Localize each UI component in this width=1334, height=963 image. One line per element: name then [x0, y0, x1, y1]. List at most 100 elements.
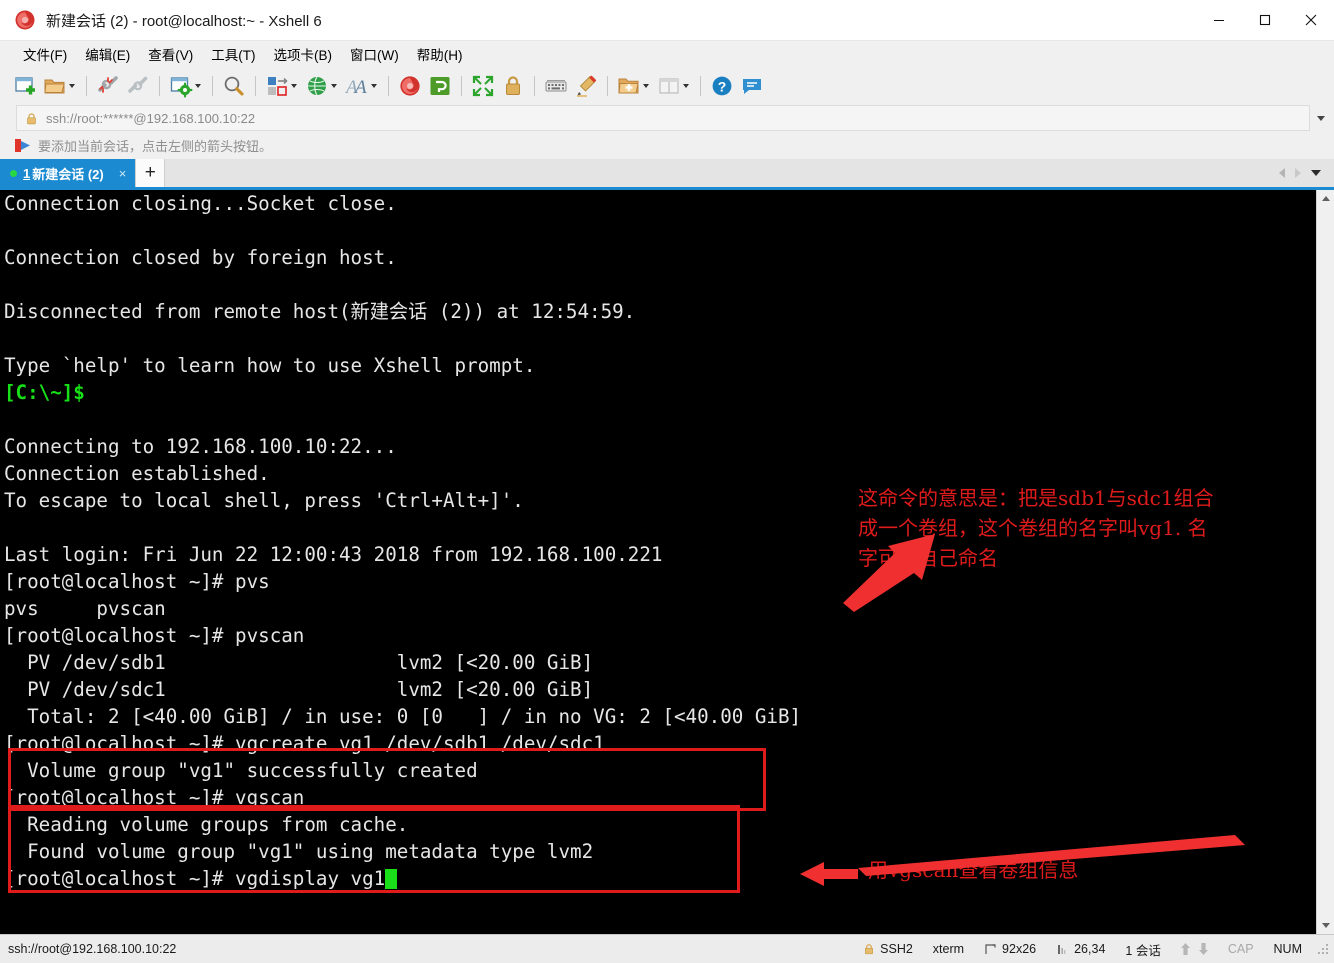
menu-view[interactable]: 查看(V) — [139, 41, 202, 67]
terminal-output: Connection closing...Socket close. Connec… — [4, 190, 1316, 892]
transfer-file-dropdown[interactable] — [289, 74, 299, 98]
next-tab-icon[interactable] — [1290, 164, 1306, 182]
address-input[interactable]: ssh://root:******@192.168.100.10:22 — [16, 105, 1310, 131]
session-properties-icon — [169, 74, 193, 98]
cursor-position-icon — [1056, 943, 1069, 956]
fullscreen-icon — [471, 74, 495, 98]
terminal-line: [root@localhost ~]# pvscan — [4, 624, 305, 647]
terminal-line: pvs pvscan — [4, 597, 166, 620]
highlight-button[interactable] — [571, 71, 601, 101]
title-bar: 新建会话 (2) - root@localhost:~ - Xshell 6 — [0, 0, 1334, 40]
layout-button[interactable] — [654, 71, 694, 101]
xshell-icon — [398, 74, 422, 98]
terminal-scrollbar[interactable] — [1316, 190, 1334, 934]
disconnect-button[interactable] — [93, 71, 123, 101]
terminal-line: Found volume group "vg1" using metadata … — [4, 840, 594, 863]
tab-session-1[interactable]: 1 新建会话 (2) × — [0, 159, 136, 187]
menu-help[interactable]: 帮助(H) — [408, 41, 472, 67]
menu-file[interactable]: 文件(F) — [14, 41, 76, 67]
lock-icon — [501, 74, 525, 98]
terminal-line: Connecting to 192.168.100.10:22... — [4, 435, 397, 458]
tab-close-icon[interactable]: × — [116, 166, 130, 181]
status-protocol-label: SSH2 — [880, 942, 913, 956]
status-bar: ssh://root@192.168.100.10:22 SSH2 xterm … — [0, 934, 1334, 963]
open-folder-icon — [43, 74, 67, 98]
help-icon: ? — [710, 74, 734, 98]
globe-button[interactable] — [302, 71, 342, 101]
terminal-line: Total: 2 [<40.00 GiB] / in use: 0 [0 ] /… — [4, 705, 802, 728]
open-session-dropdown[interactable] — [67, 74, 77, 98]
bookmark-bar: 要添加当前会话，点击左侧的箭头按钮。 — [0, 131, 1334, 159]
new-folder-button[interactable] — [614, 71, 654, 101]
help-button[interactable]: ? — [707, 71, 737, 101]
chevron-down-icon[interactable] — [1310, 106, 1332, 130]
minimize-button[interactable] — [1196, 0, 1242, 40]
terminal-line: Type `help' to learn how to use Xshell p… — [4, 354, 536, 377]
globe-dropdown[interactable] — [329, 74, 339, 98]
feedback-button[interactable] — [737, 71, 767, 101]
lock-button[interactable] — [498, 71, 528, 101]
session-properties-dropdown[interactable] — [193, 74, 203, 98]
tab-list-icon[interactable] — [1306, 164, 1326, 182]
font-button[interactable]: A A — [342, 71, 382, 101]
feedback-icon — [740, 74, 764, 98]
new-tab-button[interactable]: + — [135, 159, 166, 187]
maximize-button[interactable] — [1242, 0, 1288, 40]
new-folder-icon — [617, 74, 641, 98]
toolbar-separator — [461, 76, 462, 96]
layout-dropdown[interactable] — [681, 74, 691, 98]
address-value: ssh://root:******@192.168.100.10:22 — [46, 110, 256, 126]
xftp-button[interactable] — [425, 71, 455, 101]
terminal-line: Connection established. — [4, 462, 270, 485]
menu-edit[interactable]: 编辑(E) — [76, 41, 139, 67]
download-arrow-icon — [1198, 943, 1208, 955]
close-button[interactable] — [1288, 0, 1334, 40]
terminal-line: Last login: Fri Jun 22 12:00:43 2018 fro… — [4, 543, 663, 566]
resize-grip-icon[interactable] — [1316, 942, 1330, 956]
transfer-file-icon — [265, 74, 289, 98]
disconnect-icon — [96, 74, 120, 98]
menu-tools[interactable]: 工具(T) — [202, 41, 264, 67]
transfer-file-button[interactable] — [262, 71, 302, 101]
terminal-line: Volume group "vg1" successfully created — [4, 759, 478, 782]
resize-icon — [984, 943, 997, 956]
menu-window[interactable]: 窗口(W) — [341, 41, 408, 67]
scroll-down-icon[interactable] — [1317, 917, 1334, 934]
tab-bar-spacer — [165, 159, 1274, 187]
scroll-track[interactable] — [1317, 207, 1334, 917]
toolbar-separator — [700, 76, 701, 96]
reconnect-button[interactable] — [123, 71, 153, 101]
terminal-line: [root@localhost ~]# vgscan — [4, 786, 305, 809]
bookmark-hint-text: 要添加当前会话，点击左侧的箭头按钮。 — [38, 138, 273, 154]
new-session-button[interactable] — [10, 71, 40, 101]
font-dropdown[interactable] — [369, 74, 379, 98]
session-properties-button[interactable] — [166, 71, 206, 101]
keyboard-icon — [544, 74, 568, 98]
find-button[interactable] — [219, 71, 249, 101]
terminal-cursor — [385, 869, 398, 889]
status-cursor-position: 26,34 — [1046, 942, 1115, 956]
open-session-button[interactable] — [40, 71, 80, 101]
tab-number: 1 — [23, 165, 31, 181]
layout-icon — [657, 74, 681, 98]
status-cap: CAP — [1227, 942, 1254, 956]
xshell-button[interactable] — [395, 71, 425, 101]
terminal-screen[interactable]: Connection closing...Socket close. Connec… — [0, 190, 1316, 934]
new-folder-dropdown[interactable] — [641, 74, 651, 98]
window-title: 新建会话 (2) - root@localhost:~ - Xshell 6 — [46, 12, 322, 30]
menu-tabs[interactable]: 选项卡(B) — [265, 41, 342, 67]
toolbar-separator — [255, 76, 256, 96]
toolbar-separator — [212, 76, 213, 96]
add-bookmark-arrow-icon[interactable] — [14, 138, 32, 153]
scroll-up-icon[interactable] — [1317, 190, 1334, 207]
fullscreen-button[interactable] — [468, 71, 498, 101]
toolbar-separator — [534, 76, 535, 96]
terminal-line: [root@localhost ~]# pvs — [4, 570, 270, 593]
terminal-line: [root@localhost ~]# vgcreate vg1 /dev/sd… — [4, 732, 605, 755]
keyboard-button[interactable] — [541, 71, 571, 101]
prev-tab-icon[interactable] — [1274, 164, 1290, 182]
